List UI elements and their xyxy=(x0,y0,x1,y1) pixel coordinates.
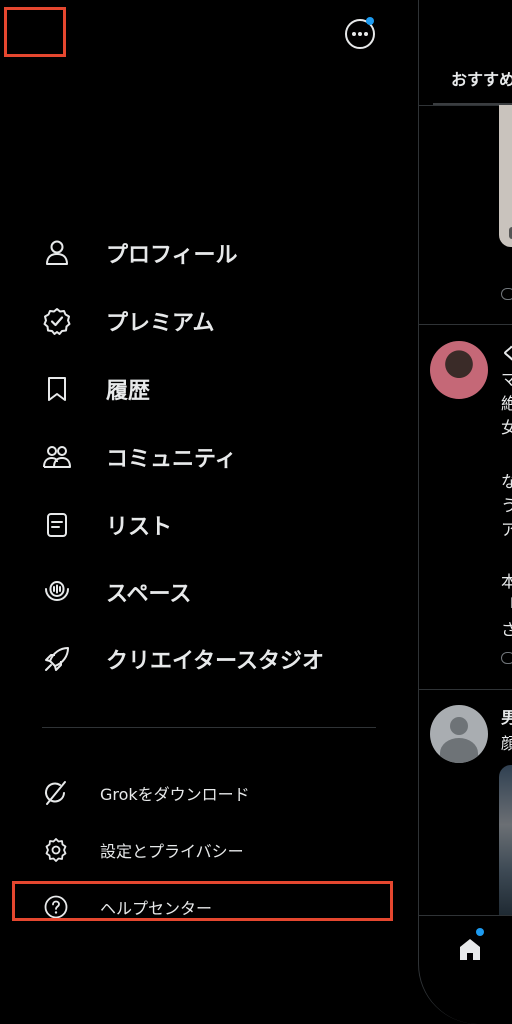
menu-item-label: リスト xyxy=(106,515,173,540)
tweet-author[interactable]: 男 xyxy=(501,704,512,728)
menu-item-premium[interactable]: プレミアム xyxy=(0,293,418,349)
screen: おすすめ く マ 絶 女 な う ア 本 「 さ 男 顔 xyxy=(0,0,512,1024)
tweet-text: な xyxy=(501,468,512,492)
rocket-icon xyxy=(45,647,69,671)
menu-item-lists[interactable]: リスト xyxy=(0,497,418,553)
menu-item-label: 設定とプライバシー xyxy=(100,842,244,861)
drawer-divider xyxy=(42,727,376,728)
menu-item-history[interactable]: 履歴 xyxy=(0,361,418,417)
reply-icon[interactable] xyxy=(501,652,512,664)
help-center-highlight xyxy=(12,881,393,921)
tweet-author[interactable]: く xyxy=(501,340,512,364)
spaces-icon xyxy=(45,581,69,601)
tweet-media[interactable] xyxy=(499,105,512,247)
notification-dot xyxy=(476,928,484,936)
bookmark-icon xyxy=(48,377,66,401)
grok-icon xyxy=(45,781,66,805)
menu-item-profile[interactable]: プロフィール xyxy=(0,225,418,281)
account-avatar-highlight[interactable] xyxy=(4,7,66,57)
menu-item-settings[interactable]: 設定とプライバシー xyxy=(0,830,418,870)
menu-item-label: コミュニティ xyxy=(106,447,237,472)
menu-item-label: プレミアム xyxy=(106,311,215,336)
communities-icon xyxy=(43,446,71,468)
tweet-text: さ xyxy=(501,616,512,640)
person-icon xyxy=(46,240,68,265)
menu-item-spaces[interactable]: スペース xyxy=(0,564,418,620)
menu-item-label: スペース xyxy=(106,582,192,607)
avatar[interactable] xyxy=(430,705,488,763)
divider xyxy=(419,689,512,690)
menu-item-label: 履歴 xyxy=(106,379,151,404)
home-icon[interactable] xyxy=(456,935,484,963)
navigation-drawer: プロフィール プレミアム 履歴 コミュニティ リスト スペース クリエイタースタ… xyxy=(0,0,418,1024)
tweet-text: 「 xyxy=(501,592,512,616)
menu-item-label: クリエイタースタジオ xyxy=(106,649,325,674)
tweet-text: 絶 xyxy=(501,390,512,414)
timeline-peek: おすすめ く マ 絶 女 な う ア 本 「 さ 男 顔 xyxy=(418,0,512,1024)
menu-item-creator-studio[interactable]: クリエイタースタジオ xyxy=(0,631,418,687)
menu-item-grok-download[interactable]: Grokをダウンロード xyxy=(0,773,418,813)
divider xyxy=(419,324,512,325)
tweet-text: う xyxy=(501,492,512,516)
avatar[interactable] xyxy=(430,341,488,399)
tweet-media[interactable] xyxy=(499,765,512,915)
tweet-text: 本 xyxy=(501,568,512,592)
tweet-text: 女 xyxy=(501,414,512,438)
list-icon xyxy=(47,513,67,537)
tweet-text: ア xyxy=(501,516,512,540)
verified-badge-icon xyxy=(43,308,71,335)
gear-icon xyxy=(45,838,67,862)
menu-item-label: Grokをダウンロード xyxy=(100,785,250,804)
tweet-text: マ xyxy=(501,366,512,390)
notification-dot xyxy=(366,17,374,25)
tweet-text: 顔 xyxy=(501,730,512,754)
menu-item-label: プロフィール xyxy=(106,243,238,268)
menu-item-communities[interactable]: コミュニティ xyxy=(0,429,418,485)
bottom-nav-divider xyxy=(419,915,512,916)
reply-icon[interactable] xyxy=(501,288,512,300)
tab-for-you[interactable]: おすすめ xyxy=(451,66,512,90)
